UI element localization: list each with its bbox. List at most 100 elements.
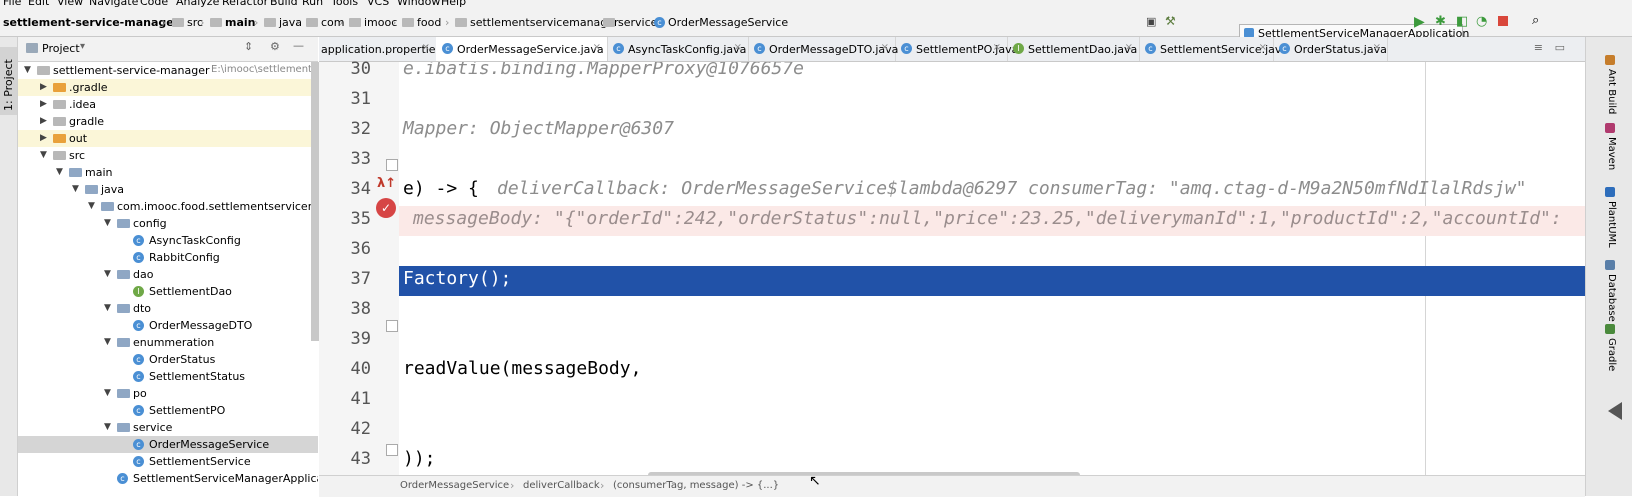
tab-orderstatus-java[interactable]: c OrderStatus.java × [1273,37,1388,61]
tree-folder[interactable]: ▼ dao [18,266,318,283]
project-tree-scrollbar[interactable] [311,62,319,341]
breadcrumb-item[interactable]: settlement-service-manager [3,16,179,29]
right-tool-ant-build[interactable]: Ant Build [1590,55,1630,115]
menu-item-analyze[interactable]: Analyze [176,0,219,8]
fold-icon[interactable] [386,320,398,332]
tree-file[interactable]: I SettlementDao [18,283,318,300]
tree-folder[interactable]: ▼ enummeration [18,334,318,351]
menu-item-navigate[interactable]: Navigate [89,0,138,8]
close-icon[interactable]: × [1259,42,1267,53]
menu-item-file[interactable]: File [3,0,21,8]
close-icon[interactable]: × [1125,42,1133,53]
breadcrumb-item[interactable]: food [402,16,441,29]
status-breadcrumb-item[interactable]: (consumerTag, message) -> {...} [613,480,779,491]
structure-icon[interactable]: ▣ [1146,15,1156,28]
menu-item-code[interactable]: Code [140,0,168,8]
tree-file[interactable]: c OrderMessageService [18,436,318,453]
tree-folder[interactable]: ▼ main [18,164,318,181]
tree-file[interactable]: c SettlementPO [18,402,318,419]
tree-folder[interactable]: ▼ src [18,147,318,164]
tree-file[interactable]: c SettlementService [18,453,318,470]
tab-ordermessagedto-java[interactable]: c OrderMessageDTO.java × [748,37,898,61]
fold-icon[interactable] [386,444,398,456]
breadcrumb-item[interactable]: src [172,16,203,29]
tree-file[interactable]: c SettlementServiceManagerApplication [18,470,318,487]
debug-icon[interactable]: ✱ [1435,14,1446,29]
right-tool-gradle[interactable]: Gradle [1590,324,1630,384]
right-tool-database[interactable]: Database [1590,260,1630,322]
close-icon[interactable]: × [734,42,742,53]
status-breadcrumb-item[interactable]: deliverCallback [523,480,600,491]
tree-folder[interactable]: ▼ service [18,419,318,436]
split-editor-icon[interactable]: ▭ [1555,41,1565,54]
chevron-down-icon[interactable]: ▾ [80,41,85,52]
tree-folder[interactable]: ▼ dto [18,300,318,317]
tree-folder[interactable]: ▶ .gradle [18,79,318,96]
tab-settlementpo-java[interactable]: c SettlementPO.java × [895,37,1018,61]
chevron-down-icon[interactable]: ▼ [56,167,66,177]
chevron-down-icon[interactable]: ▼ [104,218,114,228]
breadcrumb-item[interactable]: c OrderMessageService [654,16,788,29]
chevron-right-icon[interactable]: ▶ [40,133,50,143]
tree-folder[interactable]: ▼ com.imooc.food.settlementservicemanage [18,198,318,215]
tree-file[interactable]: c RabbitConfig [18,249,318,266]
search-icon[interactable]: ⌕ [1532,13,1539,28]
run-icon[interactable]: ▶ [1414,14,1425,30]
menu-item-window[interactable]: Window [397,0,440,8]
chevron-down-icon[interactable]: ▼ [104,388,114,398]
chevron-down-icon[interactable]: ▼ [104,337,114,347]
status-breadcrumb-item[interactable]: OrderMessageService [400,480,509,491]
profile-icon[interactable]: ◔ [1476,14,1487,29]
chevron-down-icon[interactable]: ▼ [104,269,114,279]
chevron-right-icon[interactable]: ▶ [40,82,50,92]
menu-item-tools[interactable]: Tools [331,0,358,8]
tree-file[interactable]: c SettlementStatus [18,368,318,385]
collapse-right-panel-icon[interactable] [1608,402,1622,420]
right-tool-plantuml[interactable]: PlantUML [1590,187,1630,248]
close-icon[interactable]: × [422,42,430,53]
project-panel-title[interactable]: Project [42,42,80,55]
tab-asynctaskconfig-java[interactable]: c AsyncTaskConfig.java × [607,37,749,61]
chevron-right-icon[interactable]: ▶ [40,99,50,109]
tree-folder[interactable]: ▼ java [18,181,318,198]
tab-settlementservice-java[interactable]: c SettlementService.java × [1139,37,1288,61]
tree-folder[interactable]: ▼ settlement-service-manager E:\imooc\sett… [18,62,318,79]
build-icon[interactable]: ⚒ [1165,14,1176,28]
close-icon[interactable]: × [881,42,889,53]
tree-file[interactable]: c OrderStatus [18,351,318,368]
breadcrumb-item[interactable]: main [210,16,256,29]
hide-panel-icon[interactable]: — [293,39,304,52]
menu-item-edit[interactable]: Edit [28,0,49,8]
gear-icon[interactable]: ⚙ [270,40,280,53]
chevron-right-icon[interactable]: ▶ [40,116,50,126]
chevron-down-icon[interactable]: ▼ [72,184,82,194]
chevron-down-icon[interactable]: ▼ [24,65,34,75]
tab-ordermessageservice-java[interactable]: c OrderMessageService.java × [436,37,608,61]
menu-item-help[interactable]: Help [441,0,466,8]
collapse-all-icon[interactable]: ⇕ [244,40,253,53]
menu-item-build[interactable]: Build [270,0,298,8]
tree-file[interactable]: c AsyncTaskConfig [18,232,318,249]
breadcrumb-item[interactable]: imooc [349,16,397,29]
right-tool-maven[interactable]: Maven [1590,123,1630,183]
tree-folder[interactable]: ▶ out [18,130,318,147]
tab-application-properties[interactable]: application.properties × [319,37,441,61]
close-icon[interactable]: × [593,42,601,53]
tree-folder[interactable]: ▶ .idea [18,96,318,113]
chevron-down-icon[interactable]: ▼ [104,303,114,313]
stop-icon[interactable] [1498,16,1508,26]
menu-item-run[interactable]: Run [302,0,323,8]
menu-item-vcs[interactable]: VCS [367,0,389,8]
fold-icon[interactable] [386,159,398,171]
menu-item-view[interactable]: View [57,0,83,8]
project-tool-button[interactable]: 1: Project [0,47,17,115]
chevron-down-icon[interactable]: ▼ [40,150,50,160]
tab-overflow-icon[interactable]: ≡ [1534,41,1543,54]
chevron-down-icon[interactable]: ▼ [104,422,114,432]
tree-folder[interactable]: ▼ config [18,215,318,232]
close-icon[interactable]: × [993,42,1001,53]
coverage-icon[interactable]: ◧ [1456,14,1468,29]
breadcrumb-item[interactable]: service [603,16,657,29]
tab-settlementdao-java[interactable]: I SettlementDao.java × [1007,37,1140,61]
tree-file[interactable]: c OrderMessageDTO [18,317,318,334]
